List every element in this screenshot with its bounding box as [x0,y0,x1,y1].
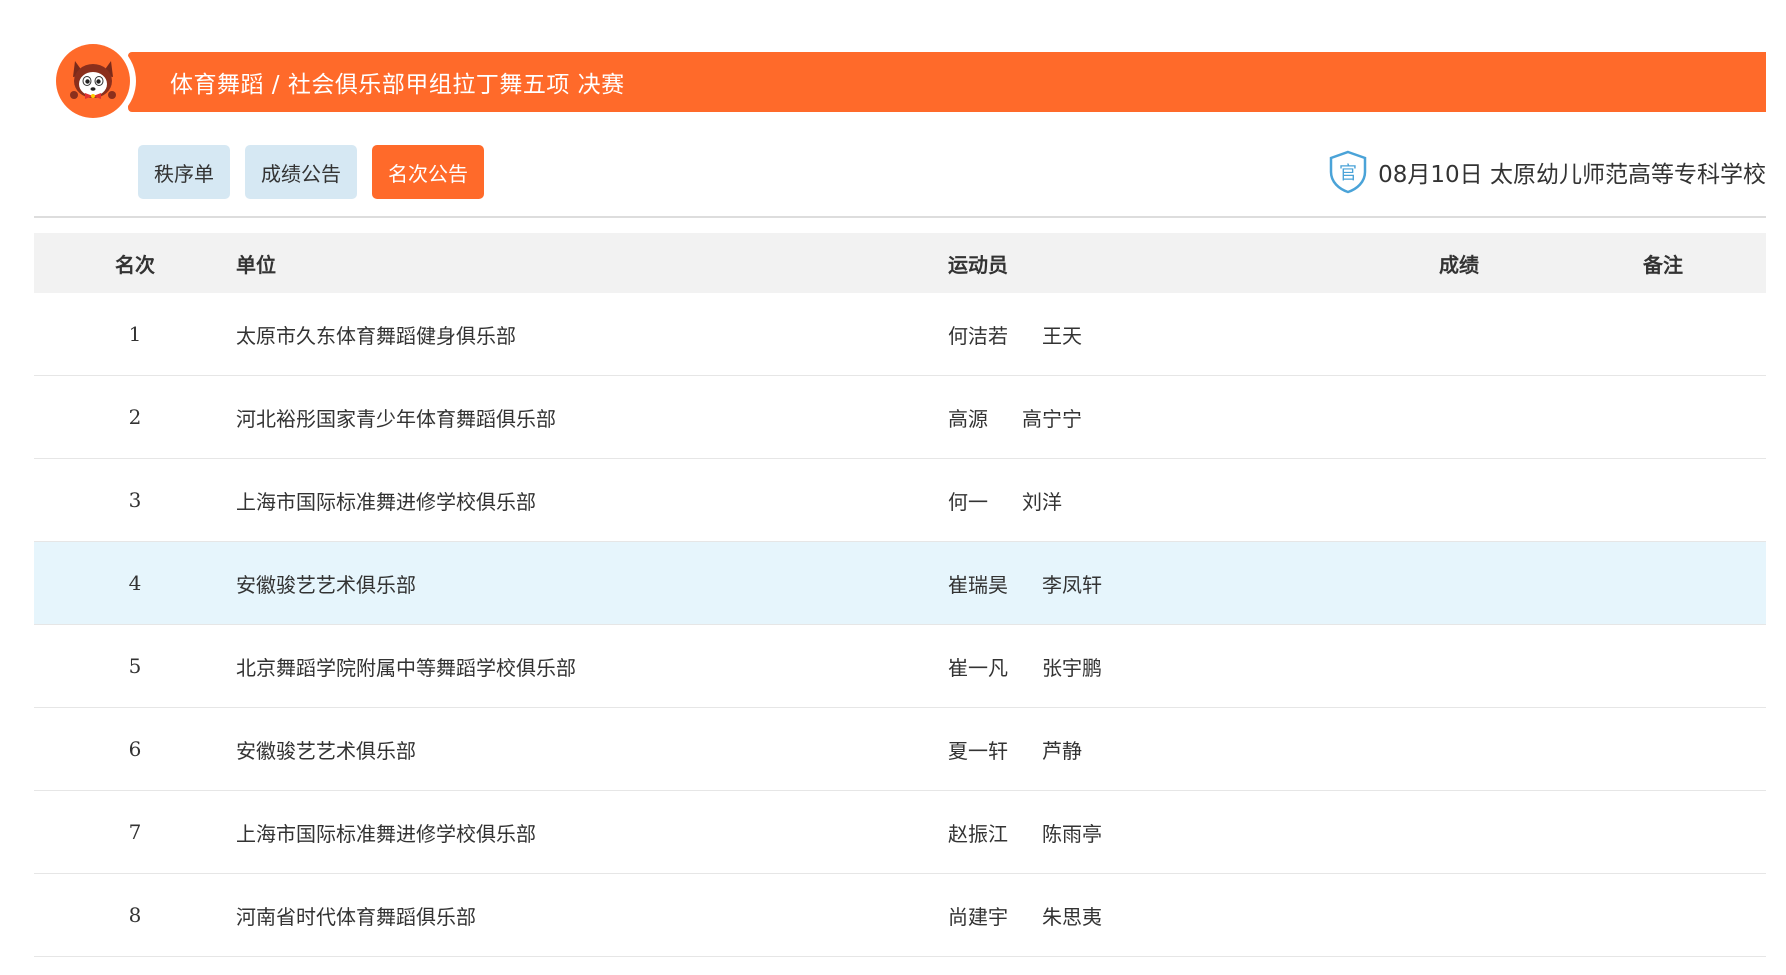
table-row: 2 河北裕彤国家青少年体育舞蹈俱乐部 高源 高宁宁 [34,375,1766,459]
tab-order-list[interactable]: 秩序单 [138,145,230,199]
header-score: 成绩 [1358,233,1560,293]
rank-cell: 5 [34,624,236,708]
score-cell [1358,873,1560,957]
header-banner: 体育舞蹈 / 社会俱乐部甲组拉丁舞五项 决赛 [128,52,1766,112]
note-cell [1560,873,1766,957]
rank-cell: 6 [34,707,236,791]
athlete-name: 崔一凡 [948,655,1008,680]
page-title: 体育舞蹈 / 社会俱乐部甲组拉丁舞五项 决赛 [170,72,625,98]
athlete-name: 何洁若 [948,323,1008,348]
note-cell [1560,375,1766,459]
score-cell [1358,293,1560,376]
rank-cell: 4 [34,541,236,625]
athlete-name: 赵振江 [948,821,1008,846]
unit-cell: 河北裕彤国家青少年体育舞蹈俱乐部 [236,375,948,459]
unit-cell: 太原市久东体育舞蹈健身俱乐部 [236,293,948,376]
athletes-cell: 夏一轩 芦静 [948,707,1358,791]
note-cell [1560,458,1766,542]
athlete-name: 张宇鹏 [1042,655,1102,680]
athlete-name: 刘洋 [1022,489,1062,514]
venue-date-location: 08月10日 太原幼儿师范高等专科学校 [1378,162,1766,188]
note-cell [1560,707,1766,791]
unit-cell: 上海市国际标准舞进修学校俱乐部 [236,790,948,874]
athlete-name: 芦静 [1042,738,1082,763]
table-row: 8 河南省时代体育舞蹈俱乐部 尚建宇 朱思夷 [34,873,1766,957]
note-cell [1560,541,1766,625]
venue-info: 官 08月10日 太原幼儿师范高等专科学校 [1328,150,1766,194]
divider [34,216,1766,218]
ranking-table: 名次 单位 运动员 成绩 备注 1 太原市久东体育舞蹈健身俱乐部 何洁若 王天 2… [34,233,1766,957]
unit-cell: 北京舞蹈学院附属中等舞蹈学校俱乐部 [236,624,948,708]
svg-text:官: 官 [1339,163,1357,184]
table-row: 5 北京舞蹈学院附属中等舞蹈学校俱乐部 崔一凡 张宇鹏 [34,624,1766,708]
table-row: 3 上海市国际标准舞进修学校俱乐部 何一 刘洋 [34,458,1766,542]
unit-cell: 安徽骏艺艺术俱乐部 [236,707,948,791]
unit-cell: 安徽骏艺艺术俱乐部 [236,541,948,625]
official-shield-icon: 官 [1328,150,1368,194]
rank-cell: 1 [34,293,236,376]
table-row: 1 太原市久东体育舞蹈健身俱乐部 何洁若 王天 [34,293,1766,376]
athlete-name: 高源 [948,406,988,431]
score-cell [1358,458,1560,542]
table-row-highlighted: 4 安徽骏艺艺术俱乐部 崔瑞昊 李凤轩 [34,541,1766,625]
score-cell [1358,541,1560,625]
unit-cell: 河南省时代体育舞蹈俱乐部 [236,873,948,957]
score-cell [1358,707,1560,791]
rank-cell: 8 [34,873,236,957]
athletes-cell: 崔瑞昊 李凤轩 [948,541,1358,625]
note-cell [1560,790,1766,874]
athletes-cell: 赵振江 陈雨亭 [948,790,1358,874]
athletes-cell: 何一 刘洋 [948,458,1358,542]
page: 体育舞蹈 / 社会俱乐部甲组拉丁舞五项 决赛 秩序单 成绩公告 名次公告 官 0… [0,0,1786,975]
score-cell [1358,375,1560,459]
athlete-name: 朱思夷 [1042,904,1102,929]
athletes-cell: 尚建宇 朱思夷 [948,873,1358,957]
header-athletes: 运动员 [948,233,1358,293]
athletes-cell: 高源 高宁宁 [948,375,1358,459]
header-rank: 名次 [34,233,236,293]
athlete-name: 夏一轩 [948,738,1008,763]
table-row: 6 安徽骏艺艺术俱乐部 夏一轩 芦静 [34,707,1766,791]
table-header-row: 名次 单位 运动员 成绩 备注 [34,233,1766,293]
unit-cell: 上海市国际标准舞进修学校俱乐部 [236,458,948,542]
rank-cell: 2 [34,375,236,459]
athlete-name: 何一 [948,489,988,514]
score-cell [1358,790,1560,874]
athlete-name: 崔瑞昊 [948,572,1008,597]
tab-bar: 秩序单 成绩公告 名次公告 [138,145,484,199]
athlete-name: 陈雨亭 [1042,821,1102,846]
athletes-cell: 何洁若 王天 [948,293,1358,376]
athlete-name: 王天 [1042,323,1082,348]
score-cell [1358,624,1560,708]
athletes-cell: 崔一凡 张宇鹏 [948,624,1358,708]
logo-container [50,38,136,124]
tab-score-announcement[interactable]: 成绩公告 [245,145,357,199]
rank-cell: 3 [34,458,236,542]
header-unit: 单位 [236,233,948,293]
athlete-name: 李凤轩 [1042,572,1102,597]
tab-ranking-announcement[interactable]: 名次公告 [372,145,484,199]
athlete-name: 尚建宇 [948,904,1008,929]
table-row: 7 上海市国际标准舞进修学校俱乐部 赵振江 陈雨亭 [34,790,1766,874]
note-cell [1560,624,1766,708]
header-note: 备注 [1560,233,1766,293]
mascot-logo-icon [56,44,130,118]
note-cell [1560,293,1766,376]
athlete-name: 高宁宁 [1022,406,1082,431]
rank-cell: 7 [34,790,236,874]
